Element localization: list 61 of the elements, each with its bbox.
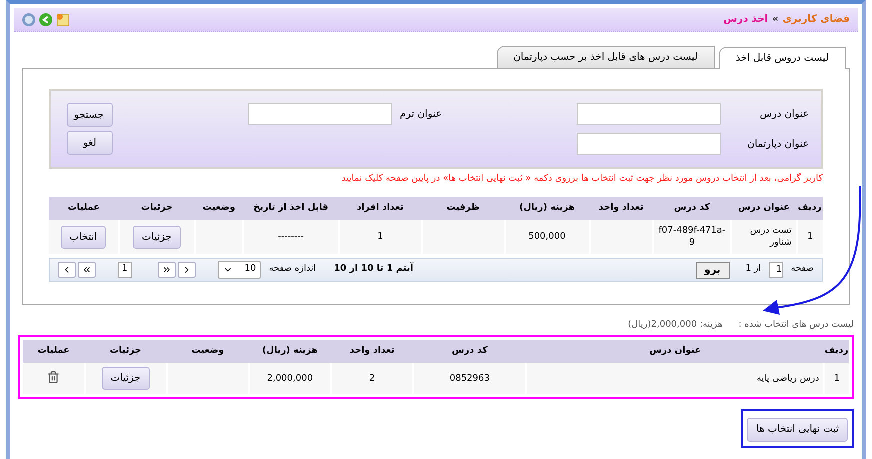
select-button[interactable]: انتخاب [60,226,106,248]
details-button[interactable]: جزئیات [133,226,181,248]
current-page[interactable]: 1 [118,262,132,278]
column-header: عنوان درس [650,346,702,356]
column-header: تعداد افراد [357,202,404,212]
page-size-select[interactable]: 10 [218,261,262,279]
column-header: تعداد واحد [350,346,395,356]
details-button[interactable]: جزئیات [102,367,150,390]
input-field[interactable] [248,103,392,125]
column-header: ظرفیت [446,202,480,212]
table-cell: 0852963 [450,374,490,384]
table-cell: 2,000,000 [267,374,314,384]
breadcrumb-separator: » [772,13,779,27]
note-icon[interactable] [56,12,70,26]
column-header: کد درس [452,346,488,356]
table-cell: 1 [378,232,384,242]
column-header: هزینه (ریال) [519,202,575,212]
table-cell: درس ریاضی پایه [756,374,820,384]
pager-label: اندازه صفحه [269,263,316,276]
go-button[interactable]: برو [696,262,730,278]
column-header: عنوان درس [738,202,790,212]
column-header: عملیات [38,346,70,356]
last-page-icon[interactable] [158,262,176,278]
column-header: وضعیت [192,346,224,356]
input-field[interactable] [577,103,721,125]
column-header: تعداد واحد [598,202,644,212]
notice-text: کاربر گرامی، بعد از انتخاب دروس مورد نظر جهت ثبت انتخاب ها برروی دکمه « ثبت نهایی انتخاب ها» در پایین صفحه کلیک نمایید [340,173,823,186]
column-header: جزئیات [110,346,142,356]
table-cell: 1 [834,374,840,384]
column-header: جزئیات [141,202,173,212]
pager-label: از 1 [746,263,762,276]
search-panel-button[interactable]: جستجو [67,103,114,127]
table-cell: 2 [369,374,376,384]
table-cell: f07-489f-471a-9 [658,226,726,248]
column-header: هزینه (ریال) [262,346,318,356]
column-header: ردیف [798,202,822,212]
tab[interactable]: لیست دروس قابل اخذ [718,47,846,69]
page-input[interactable]: 1 [769,262,784,278]
submit-button[interactable]: ثبت نهایی انتخاب ها [747,418,848,442]
back-icon[interactable] [39,12,53,26]
column-header: وضعیت [202,202,236,212]
table-cell: 500,000 [528,232,566,242]
table-cell: -------- [278,232,304,242]
field-label: عنوان ترم [400,108,442,122]
table-cell: 1 [808,232,814,242]
table-cell: تست درس شناور [750,226,792,248]
items-summary: آیتم 1 تا 10 از 10 [334,263,414,276]
field-label: عنوان دپارتمان [746,138,809,152]
total-cost: هزینه: 2,000,000(ریال) [628,319,723,332]
column-header: قابل اخذ از تاریخ [254,202,329,212]
field-label: عنوان درس [759,108,809,122]
first-page-icon[interactable] [78,262,96,278]
trash-icon[interactable] [46,371,60,384]
tab[interactable]: لیست درس های قابل اخذ بر حسب دپارتمان [496,46,715,68]
selected-list-label: لیست درس های انتخاب شده : [738,319,854,332]
column-header: ردیف [824,346,849,356]
column-header: عملیات [68,202,100,212]
pager-label: صفحه [791,263,814,276]
input-field[interactable] [577,133,721,155]
column-header: کد درس [674,202,710,212]
search-panel-button[interactable]: لغو [67,131,114,155]
